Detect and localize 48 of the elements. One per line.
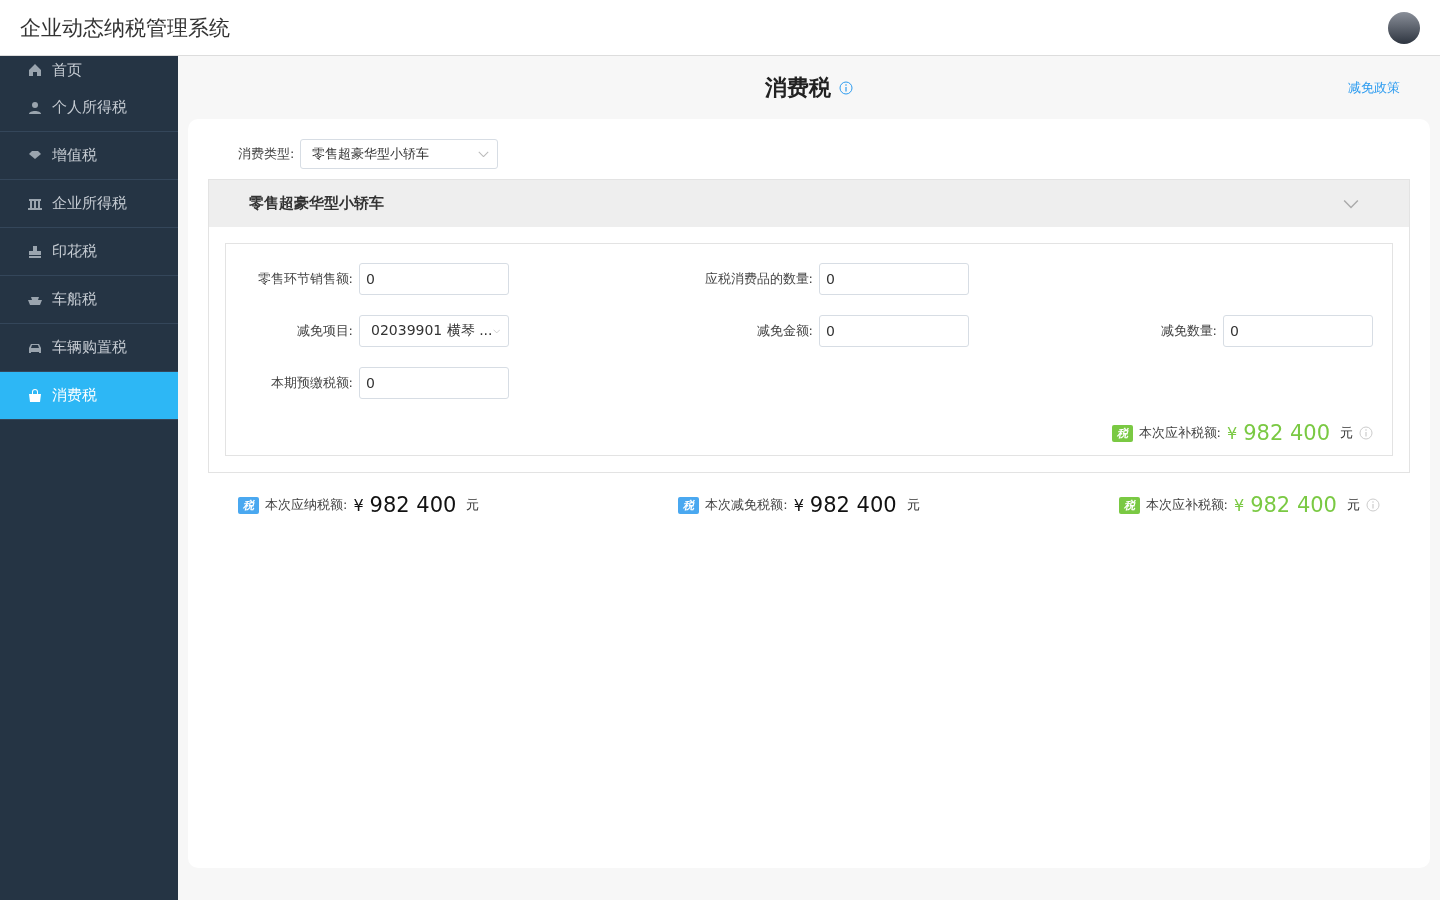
tax-badge: 税 <box>238 496 259 514</box>
tax-badge: 税 <box>1111 424 1133 442</box>
amount-value: 982 400 <box>809 493 897 517</box>
page-title: 消费税 <box>765 72 853 103</box>
field-label: 本期预缴税额: <box>270 374 353 392</box>
building-icon <box>28 196 42 211</box>
input-field[interactable]: 0 <box>359 263 509 295</box>
input-field[interactable]: 0 <box>359 367 509 399</box>
bag-icon <box>28 388 42 403</box>
field-label: 减免数量: <box>1160 322 1217 340</box>
field-label: 应税消费品的数量: <box>704 270 813 288</box>
input-field[interactable]: 0 <box>819 315 969 347</box>
tax-badge: 税 <box>678 496 700 514</box>
chevron-down-icon <box>1343 198 1359 209</box>
currency-sign: ¥ <box>1226 423 1238 443</box>
unit-label: 元 <box>1347 496 1360 514</box>
currency-sign: ¥ <box>793 495 804 515</box>
currency-sign: ¥ <box>353 495 364 515</box>
stamp-icon <box>28 244 42 259</box>
panel-header[interactable]: 零售超豪华型小轿车 <box>209 180 1409 227</box>
sidebar-item[interactable]: 首页 <box>0 56 178 84</box>
input-field[interactable]: 0 <box>819 263 969 295</box>
field-label: 消费类型: <box>238 145 295 163</box>
currency-sign: ¥ <box>1233 495 1245 515</box>
unit-label: 元 <box>1340 424 1353 442</box>
info-icon <box>839 80 853 95</box>
amount-value: 982 400 <box>369 493 457 517</box>
amount-value: 982 400 <box>1243 421 1330 445</box>
stat-label: 本次应纳税额: <box>265 496 348 514</box>
field-label: 减免金额: <box>756 322 813 340</box>
stat-label: 本次应补税额: <box>1138 424 1221 442</box>
chevron-down-icon <box>478 150 490 158</box>
person-icon <box>28 100 42 115</box>
field-label: 零售环节销售额: <box>257 270 353 288</box>
unit-label: 元 <box>466 496 480 514</box>
stat-label: 本次减免税额: <box>705 496 788 514</box>
input-field[interactable]: 0 <box>1223 315 1373 347</box>
app-title: 企业动态纳税管理系统 <box>20 14 230 42</box>
stat-label: 本次应补税额: <box>1145 496 1228 514</box>
home-icon <box>28 63 42 77</box>
tax-badge: 税 <box>1118 496 1140 514</box>
unit-label: 元 <box>906 496 920 514</box>
user-avatar[interactable] <box>1388 11 1420 44</box>
amount-value: 982 400 <box>1250 493 1337 517</box>
chevron-down-icon <box>492 327 500 335</box>
select-field[interactable]: 02039901 横琴 ... <box>359 315 509 347</box>
type-select[interactable]: 零售超豪华型小轿车 <box>300 139 499 169</box>
field-label: 减免项目: <box>296 322 353 340</box>
